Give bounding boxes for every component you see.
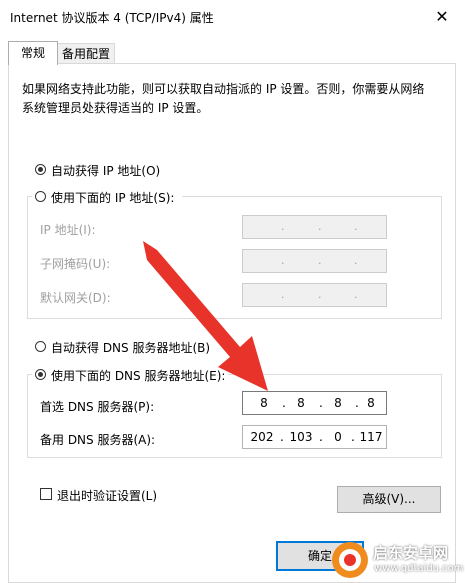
annotation-arrow (143, 241, 268, 391)
tab-general[interactable]: 常规 (8, 41, 58, 65)
watermark-logo-icon (332, 542, 368, 578)
watermark-url: www.qdtaidu.com (374, 563, 464, 574)
watermark: 启东安卓网 www.qdtaidu.com (330, 538, 464, 581)
arrow-icon (143, 241, 268, 391)
watermark-brand: 启东安卓网 (373, 544, 449, 562)
